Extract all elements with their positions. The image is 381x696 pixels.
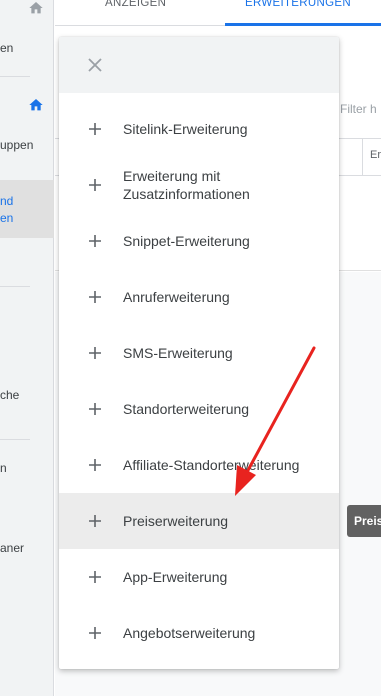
filter-input-placeholder[interactable]: Filter h (340, 102, 377, 116)
sidebar-item-label[interactable]: aner (0, 541, 24, 555)
menu-item-call[interactable]: Anruferweiterung (59, 269, 339, 325)
menu-item-label: Anruferweiterung (123, 289, 230, 305)
tab-ads[interactable]: ANZEIGEN (105, 0, 166, 9)
plus-icon (89, 515, 101, 527)
sidebar-item-label[interactable]: che (0, 388, 19, 402)
close-icon[interactable] (83, 53, 107, 77)
sidebar-item-label[interactable]: uppen (0, 138, 33, 152)
tab-active-indicator (225, 23, 381, 26)
menu-item-price[interactable]: Preiserweiterung (59, 493, 339, 549)
add-extension-menu: Sitelink-Erweiterung Erweiterung mit Zus… (59, 37, 339, 669)
menu-header (59, 37, 339, 93)
tab-bar: ANZEIGEN ERWEITERUNGEN (55, 0, 381, 26)
menu-item-affiliate-location[interactable]: Affiliate-Standorterweiterung (59, 437, 339, 493)
home-icon[interactable] (28, 0, 44, 16)
plus-icon (89, 347, 101, 359)
menu-item-promotion[interactable]: Angebotserweiterung (59, 605, 339, 661)
plus-icon (89, 123, 101, 135)
column-divider (362, 138, 363, 175)
home-icon[interactable] (28, 97, 44, 113)
sidebar-item-label[interactable]: nd (0, 194, 13, 208)
sidebar-divider (0, 76, 30, 77)
menu-item-label: Erweiterung mit Zusatzinformationen (123, 168, 250, 202)
plus-icon (89, 235, 101, 247)
tab-extensions[interactable]: ERWEITERUNGEN (245, 0, 351, 9)
left-sidebar: en uppen nd en che n aner (0, 0, 54, 696)
menu-item-label: Standorterweiterung (123, 401, 250, 417)
plus-icon (89, 179, 101, 191)
sidebar-item-label[interactable]: n (0, 461, 7, 475)
sidebar-divider (0, 439, 30, 440)
plus-icon (89, 291, 101, 303)
menu-item-label: Snippet-Erweiterung (123, 233, 250, 249)
plus-icon (89, 627, 101, 639)
menu-item-location[interactable]: Standorterweiterung (59, 381, 339, 437)
menu-item-sitelink[interactable]: Sitelink-Erweiterung (59, 101, 339, 157)
menu-item-snippet[interactable]: Snippet-Erweiterung (59, 213, 339, 269)
tooltip: Preis (347, 505, 381, 537)
sidebar-item-label[interactable]: en (0, 211, 13, 225)
plus-icon (89, 459, 101, 471)
menu-item-sms[interactable]: SMS-Erweiterung (59, 325, 339, 381)
menu-item-label: Affiliate-Standorterweiterung (123, 457, 300, 473)
sidebar-divider (0, 286, 30, 287)
column-header[interactable]: Er (370, 149, 381, 161)
menu-item-callout[interactable]: Erweiterung mit Zusatzinformationen (59, 157, 339, 213)
menu-item-app[interactable]: App-Erweiterung (59, 549, 339, 605)
menu-item-label: SMS-Erweiterung (123, 345, 233, 361)
sidebar-active-item[interactable] (0, 180, 54, 238)
menu-item-label: App-Erweiterung (123, 569, 228, 585)
menu-item-label: Sitelink-Erweiterung (123, 121, 248, 137)
menu-item-label: Angebotserweiterung (123, 625, 256, 641)
menu-item-label: Preiserweiterung (123, 513, 229, 529)
plus-icon (89, 571, 101, 583)
plus-icon (89, 403, 101, 415)
sidebar-item-label[interactable]: en (0, 41, 13, 55)
